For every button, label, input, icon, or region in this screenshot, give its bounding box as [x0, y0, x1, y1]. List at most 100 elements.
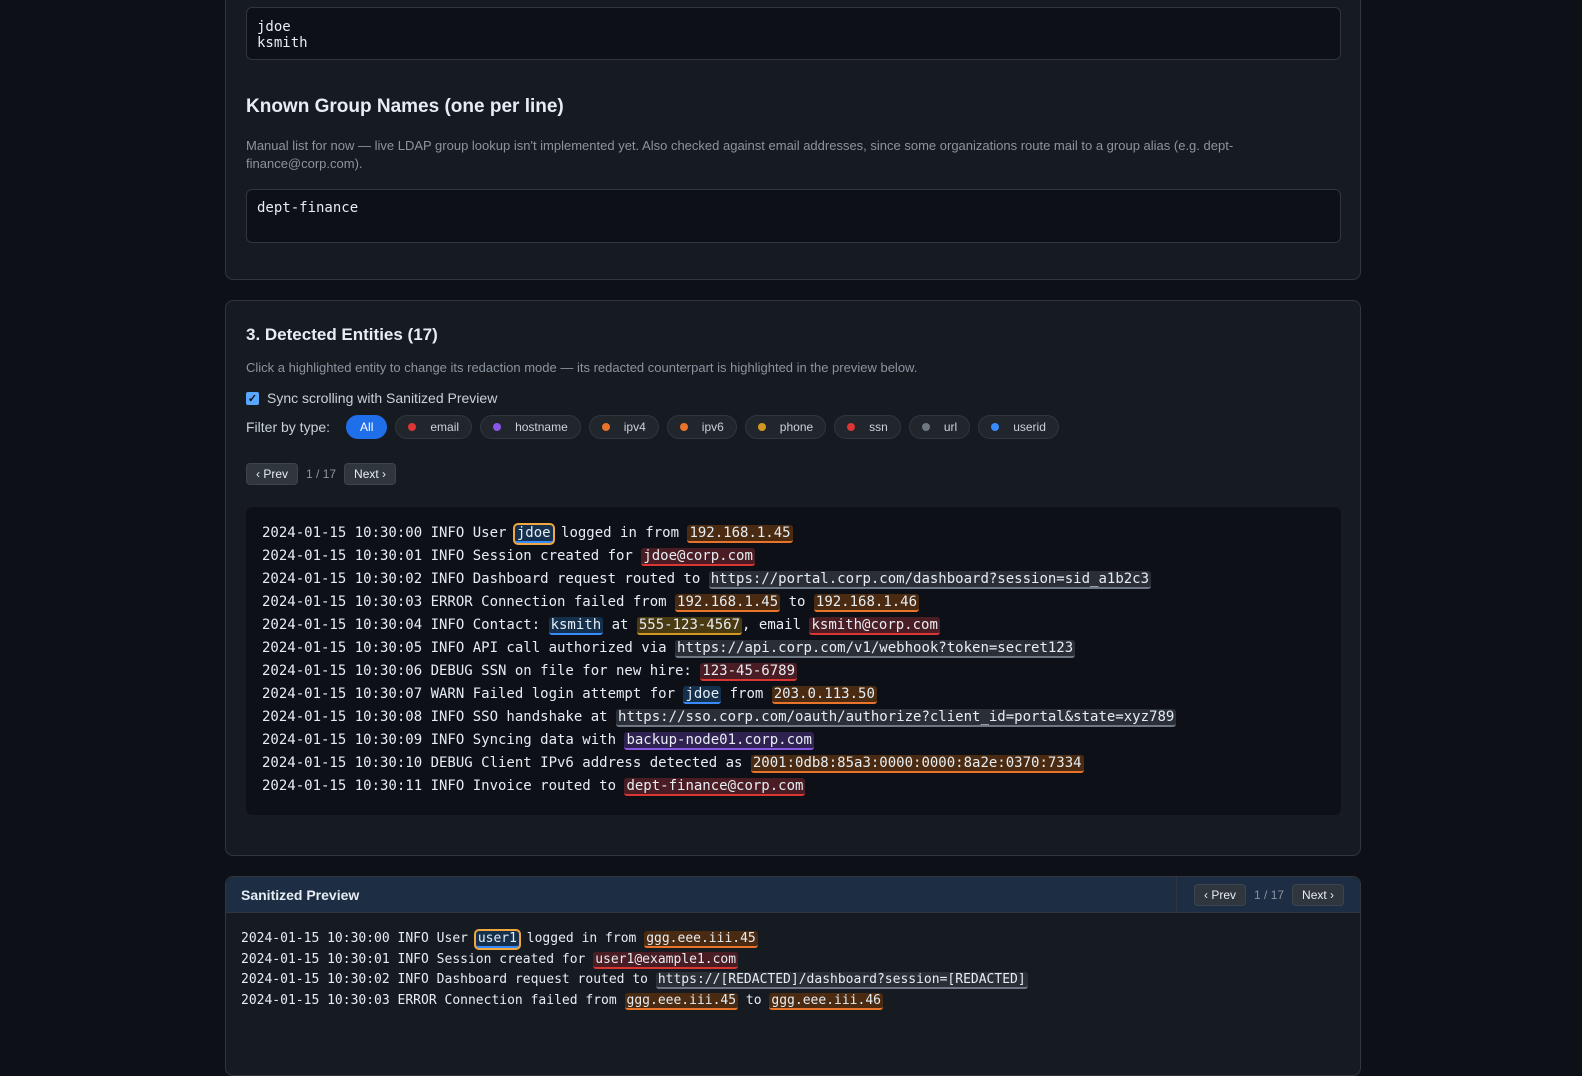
entity-email[interactable]: user1@example1.com — [593, 951, 739, 969]
filter-ipv6-dot — [679, 423, 688, 431]
log-line: 2024-01-15 10:30:02 INFO Dashboard reque… — [262, 568, 1325, 591]
type-filter-bar: Filter by type: All email hostname ipv4 ipv6… — [246, 415, 1067, 439]
log-text: to — [738, 992, 770, 1008]
prev-entity-button[interactable]: ‹ Prev — [246, 463, 299, 485]
filter-label-text: userid — [1013, 420, 1046, 434]
entity-userid[interactable]: ksmith — [548, 617, 604, 635]
sanitized-log-view: 2024-01-15 10:30:00 INFO User user1 logg… — [241, 929, 1028, 1011]
entity-hostname[interactable]: backup-node01.corp.com — [624, 732, 814, 750]
log-text: 2024-01-15 10:30:07 WARN Failed login at… — [262, 686, 684, 702]
log-text: 2024-01-15 10:30:00 INFO User — [262, 525, 515, 541]
log-text: 2024-01-15 10:30:03 ERROR Connection fai… — [241, 992, 625, 1008]
log-text: 2024-01-15 10:30:02 INFO Dashboard reque… — [262, 571, 709, 587]
log-text: logged in from — [518, 931, 645, 946]
log-line: 2024-01-15 10:30:02 INFO Dashboard reque… — [241, 970, 1028, 991]
preview-header: Sanitized Preview ‹ Prev 1 / 17 Next › — [226, 877, 1360, 913]
entity-ipv4[interactable]: ggg.eee.iii.45 — [624, 992, 739, 1010]
sanitized-preview-card: Sanitized Preview ‹ Prev 1 / 17 Next › 2… — [225, 876, 1361, 1076]
log-line: 2024-01-15 10:30:01 INFO Session created… — [241, 950, 1028, 971]
filter-label-text: ipv6 — [701, 420, 724, 434]
log-line: 2024-01-15 10:30:03 ERROR Connection fai… — [241, 991, 1028, 1012]
preview-next-button[interactable]: Next › — [1292, 884, 1345, 906]
entity-ipv4[interactable]: ggg.eee.iii.45 — [644, 931, 758, 948]
log-line: 2024-01-15 10:30:04 INFO Contact: ksmith… — [262, 614, 1325, 637]
filter-label-text: url — [943, 420, 958, 434]
entity-userid[interactable]: jdoe — [683, 686, 722, 704]
log-text: 2024-01-15 10:30:01 INFO Session created… — [241, 951, 594, 967]
preview-title: Sanitized Preview — [241, 887, 360, 903]
filter-ipv6[interactable]: ipv6 — [666, 415, 737, 439]
log-line: 2024-01-15 10:30:03 ERROR Connection fai… — [262, 591, 1325, 614]
entity-email[interactable]: dept-finance@corp.com — [624, 778, 806, 796]
entity-url[interactable]: https://sso.corp.com/oauth/authorize?cli… — [616, 709, 1177, 727]
group-names-heading: Known Group Names (one per line) — [246, 96, 564, 117]
entity-userid[interactable]: user1 — [473, 929, 521, 950]
log-text: 2024-01-15 10:30:06 DEBUG SSN on file fo… — [262, 663, 701, 679]
filter-label-text: email — [430, 420, 460, 434]
log-line: 2024-01-15 10:30:06 DEBUG SSN on file fo… — [262, 660, 1325, 683]
filter-url[interactable]: url — [908, 415, 971, 439]
entity-counter: 1 / 17 — [306, 467, 337, 481]
preview-header-divider — [1176, 877, 1177, 913]
entity-email[interactable]: ksmith@corp.com — [809, 617, 940, 635]
known-usernames-textarea[interactable]: jdoe ksmith — [246, 7, 1341, 60]
config-card: jdoe ksmith Known Group Names (one per l… — [225, 0, 1361, 280]
entity-phone[interactable]: 555-123-4567 — [636, 617, 743, 635]
filter-userid[interactable]: userid — [978, 415, 1059, 439]
entity-url[interactable]: https://api.corp.com/v1/webhook?token=se… — [675, 640, 1076, 658]
log-line: 2024-01-15 10:30:00 INFO User user1 logg… — [241, 929, 1028, 950]
filter-label-text: phone — [779, 420, 814, 434]
log-text: 2024-01-15 10:30:00 INFO User — [241, 931, 476, 946]
filter-hostname[interactable]: hostname — [480, 415, 581, 439]
log-text: to — [780, 594, 814, 610]
filter-label-text: ssn — [869, 420, 888, 434]
sync-scroll-checkbox[interactable]: ✓ — [246, 391, 259, 405]
log-text: , email — [742, 617, 810, 633]
filter-ssn-dot — [847, 423, 856, 431]
entity-ssn[interactable]: 123-45-6789 — [700, 663, 798, 681]
sync-scroll-toggle[interactable]: ✓ Sync scrolling with Sanitized Preview — [246, 390, 497, 406]
next-entity-button[interactable]: Next › — [344, 463, 397, 485]
sync-scroll-label: Sync scrolling with Sanitized Preview — [267, 390, 498, 406]
filter-userid-dot — [991, 423, 1000, 431]
log-line: 2024-01-15 10:30:05 INFO API call author… — [262, 637, 1325, 660]
filter-email-dot — [408, 423, 417, 431]
filter-hostname-dot — [493, 423, 502, 431]
entity-ipv4[interactable]: 192.168.1.45 — [687, 525, 793, 543]
entity-ipv4[interactable]: 203.0.113.50 — [771, 686, 877, 704]
entity-url[interactable]: https://[REDACTED]/dashboard?session=[RE… — [655, 972, 1028, 989]
filter-ipv4[interactable]: ipv4 — [588, 415, 659, 439]
filter-all[interactable]: All — [346, 415, 388, 439]
log-text: 2024-01-15 10:30:02 INFO Dashboard reque… — [241, 972, 656, 987]
log-text: 2024-01-15 10:30:11 INFO Invoice routed … — [262, 778, 625, 794]
log-line: 2024-01-15 10:30:07 WARN Failed login at… — [262, 683, 1325, 706]
filter-email[interactable]: email — [395, 415, 473, 439]
entity-ipv4[interactable]: 192.168.1.46 — [813, 594, 920, 612]
entity-userid[interactable]: jdoe — [512, 523, 555, 545]
log-text: logged in from — [552, 525, 688, 541]
filter-url-dot — [921, 423, 930, 431]
log-line: 2024-01-15 10:30:10 DEBUG Client IPv6 ad… — [262, 752, 1325, 775]
log-text: 2024-01-15 10:30:10 DEBUG Client IPv6 ad… — [262, 755, 751, 771]
group-names-help: Manual list for now — live LDAP group lo… — [246, 138, 1234, 171]
entity-email[interactable]: jdoe@corp.com — [641, 548, 755, 566]
group-names-textarea[interactable]: dept-finance — [246, 189, 1341, 243]
entity-ipv4[interactable]: 192.168.1.45 — [675, 594, 781, 612]
log-text: 2024-01-15 10:30:09 INFO Syncing data wi… — [262, 732, 625, 748]
entity-ipv6[interactable]: 2001:0db8:85a3:0000:0000:8a2e:0370:7334 — [750, 755, 1084, 773]
entity-ipv4[interactable]: ggg.eee.iii.46 — [769, 992, 883, 1010]
detected-entities-card: 3. Detected Entities (17) Click a highli… — [225, 300, 1361, 856]
filter-ssn[interactable]: ssn — [834, 415, 901, 439]
filter-label: Filter by type: — [246, 419, 331, 435]
filter-phone[interactable]: phone — [744, 415, 827, 439]
log-text: 2024-01-15 10:30:08 INFO SSO handshake a… — [262, 709, 617, 725]
entity-url[interactable]: https://portal.corp.com/dashboard?sessio… — [708, 571, 1152, 589]
entity-nav: ‹ Prev 1 / 17 Next › — [246, 463, 397, 485]
log-text: from — [721, 686, 772, 702]
log-line: 2024-01-15 10:30:00 INFO User jdoe logge… — [262, 522, 1325, 545]
original-log-view: 2024-01-15 10:30:00 INFO User jdoe logge… — [246, 507, 1341, 815]
log-text: 2024-01-15 10:30:05 INFO API call author… — [262, 640, 676, 656]
preview-prev-button[interactable]: ‹ Prev — [1194, 884, 1247, 906]
filter-ipv4-dot — [601, 423, 610, 431]
filter-label-text: ipv4 — [623, 420, 646, 434]
